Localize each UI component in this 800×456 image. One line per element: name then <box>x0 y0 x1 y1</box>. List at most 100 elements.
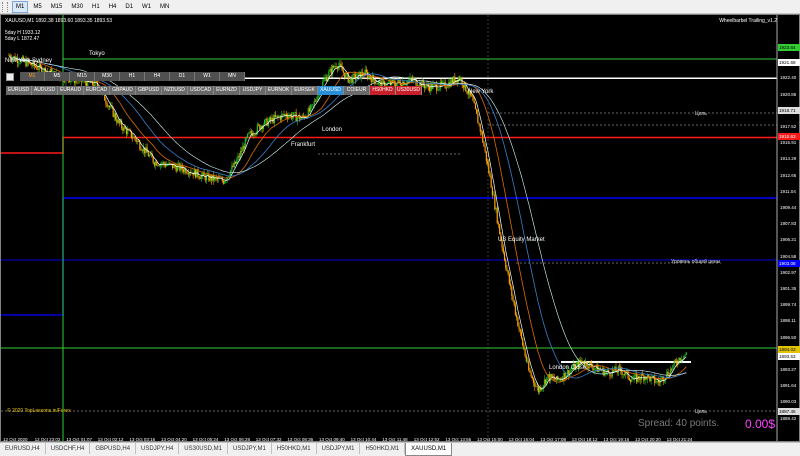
panel-symbol-eurusd[interactable]: EURUSD <box>6 86 32 95</box>
bear-candle <box>125 128 128 135</box>
panel-tf-d1[interactable]: D1 <box>170 72 195 81</box>
bull-candle <box>247 133 249 138</box>
panel-symbol-xauusd[interactable]: XAUUSD <box>318 86 344 95</box>
bull-candle <box>310 105 312 112</box>
bear-candle <box>503 252 506 261</box>
bull-candle <box>437 90 439 91</box>
toolbar-tf-h1[interactable]: H1 <box>88 1 104 13</box>
bull-candle <box>127 129 129 135</box>
chart-tab-usdjpy-h4[interactable]: USDJPY,H4 <box>136 443 180 454</box>
bull-candle <box>214 176 216 181</box>
chart-tab-h50hkd-m1[interactable]: H50HKD,M1 <box>272 443 317 454</box>
panel-tf-m1[interactable]: M1 <box>20 72 45 81</box>
panel-symbol-audusd[interactable]: AUDUSD <box>32 86 58 95</box>
chart-tab-xauusd-m1[interactable]: XAUUSD,M1 <box>405 443 453 456</box>
toolbar-tf-mn[interactable]: MN <box>156 1 173 13</box>
toolbar-tf-w1[interactable]: W1 <box>138 1 155 13</box>
bull-candle <box>495 208 497 210</box>
bear-candle <box>523 345 525 350</box>
toolbar-tf-m5[interactable]: M5 <box>29 1 45 13</box>
panel-tf-m5[interactable]: M5 <box>45 72 70 81</box>
panel-tf-h1[interactable]: H1 <box>120 72 145 81</box>
panel-symbol-gbpaud[interactable]: GBPAUD <box>110 86 136 95</box>
bear-candle <box>486 161 489 164</box>
bull-candle <box>685 352 687 355</box>
target-label-lower: Цель <box>695 409 707 415</box>
toolbar-grip[interactable] <box>2 1 8 12</box>
bear-candle <box>522 337 524 346</box>
panel-symbol-coieur[interactable]: COIEUR <box>344 86 370 95</box>
chart-tab-usdjpy-m1[interactable]: USDJPY,M1 <box>228 443 272 454</box>
panel-symbol-row: EURUSD AUDUSD EURAUD EURCAD GBPAUD GBPUSD NZDU… <box>6 86 422 95</box>
bull-candle <box>148 154 151 157</box>
panel-tf-m30[interactable]: M30 <box>95 72 120 81</box>
bear-candle <box>589 362 592 364</box>
price-axis-label: 1911.04 <box>780 188 796 194</box>
chart-tab-usdchf-h4[interactable]: USDCHF,H4 <box>46 443 91 454</box>
panel-symbol-eurnok[interactable]: EURNOK <box>266 86 292 95</box>
bear-candle <box>525 356 527 362</box>
bull-candle <box>248 132 250 134</box>
bull-candle <box>268 117 271 121</box>
chart-tab-h50hkd-m1[interactable]: H50HKD,M1 <box>360 443 406 454</box>
panel-tf-w1[interactable]: W1 <box>195 72 220 81</box>
panel-toggle-checkbox[interactable] <box>6 73 14 81</box>
price-axis-label: 1904.58 <box>780 253 797 259</box>
bull-candle <box>253 134 255 136</box>
symbol-switch-panel: M1 M5 M15 M30 H1 H4 D1 W1 MN EURUSD AUDUSD EURAUD E… <box>6 72 422 97</box>
toolbar-tf-h4[interactable]: H4 <box>105 1 121 13</box>
bear-candle <box>152 157 154 163</box>
bull-candle <box>117 119 119 123</box>
bull-candle <box>294 112 296 113</box>
bear-candle <box>479 124 481 132</box>
profit-display: 0.00$ <box>745 417 776 431</box>
bull-candle <box>672 365 674 370</box>
session-label-london: London <box>322 127 343 133</box>
bear-candle <box>551 374 553 378</box>
chart-window[interactable]: XAUUSD,M1 1892.38 1893.60 1893.35 1893.5… <box>0 14 800 442</box>
five-day-low-label: 5day L 1872.47 <box>5 36 40 42</box>
panel-symbol-usdjpy[interactable]: USDJPY <box>240 86 266 95</box>
chart-tab-eurusd-h4[interactable]: EURUSD,H4 <box>0 443 46 454</box>
panel-symbol-hs0hkd[interactable]: HS0HKD <box>370 86 396 95</box>
panel-symbol-eurnzd[interactable]: EURNZD <box>214 86 240 95</box>
bear-candle <box>679 357 681 361</box>
panel-symbol-usdcad[interactable]: USDCAD <box>188 86 214 95</box>
panel-symbol-eurcad[interactable]: EURCAD <box>84 86 110 95</box>
chart-tab-gbpusd-h4[interactable]: GBPUSD,H4 <box>90 443 137 454</box>
price-axis-label: 1906.21 <box>780 237 797 243</box>
bear-candle <box>483 141 485 147</box>
bear-candle <box>497 223 500 225</box>
panel-symbol-eursek[interactable]: EURSEK <box>292 86 318 95</box>
panel-symbol-euraud[interactable]: EURAUD <box>58 86 84 95</box>
bull-candle <box>593 368 595 371</box>
toolbar-tf-m30[interactable]: M30 <box>67 1 87 13</box>
bull-candle <box>622 374 624 375</box>
panel-tf-mn[interactable]: MN <box>220 72 245 81</box>
bull-candle <box>680 359 683 361</box>
panel-tf-h4[interactable]: H4 <box>145 72 170 81</box>
panel-symbol-nzdusd[interactable]: NZDUSD <box>162 86 188 95</box>
chart-tab-us30usd-m1[interactable]: US30USD,M1 <box>179 443 228 454</box>
bear-candle <box>462 85 464 88</box>
price-axis-label: 1896.50 <box>780 334 797 340</box>
price-axis-label: 1902.97 <box>780 269 797 275</box>
bull-candle <box>339 63 341 67</box>
panel-tf-m15[interactable]: M15 <box>70 72 95 81</box>
panel-symbol-gbpusd[interactable]: GBPUSD <box>136 86 162 95</box>
bull-candle <box>631 379 633 382</box>
bull-candle <box>242 146 244 152</box>
bear-candle <box>39 63 42 67</box>
panel-symbol-us30usd[interactable]: US30USD <box>396 86 422 95</box>
price-axis-label: 1907.83 <box>780 221 797 227</box>
toolbar-tf-m15[interactable]: M15 <box>47 1 67 13</box>
price-axis-label: 1912.66 <box>780 172 797 178</box>
bear-candle <box>131 137 134 139</box>
toolbar-tf-m1[interactable]: M1 <box>12 0 29 13</box>
toolbar-tf-d1[interactable]: D1 <box>121 1 137 13</box>
red-level-line <box>1 136 777 154</box>
chart-tab-usdjpy-m1[interactable]: USDJPY,M1 <box>317 443 361 454</box>
bull-candle <box>276 115 278 117</box>
bear-candle <box>478 123 480 125</box>
bull-candle <box>316 100 318 102</box>
